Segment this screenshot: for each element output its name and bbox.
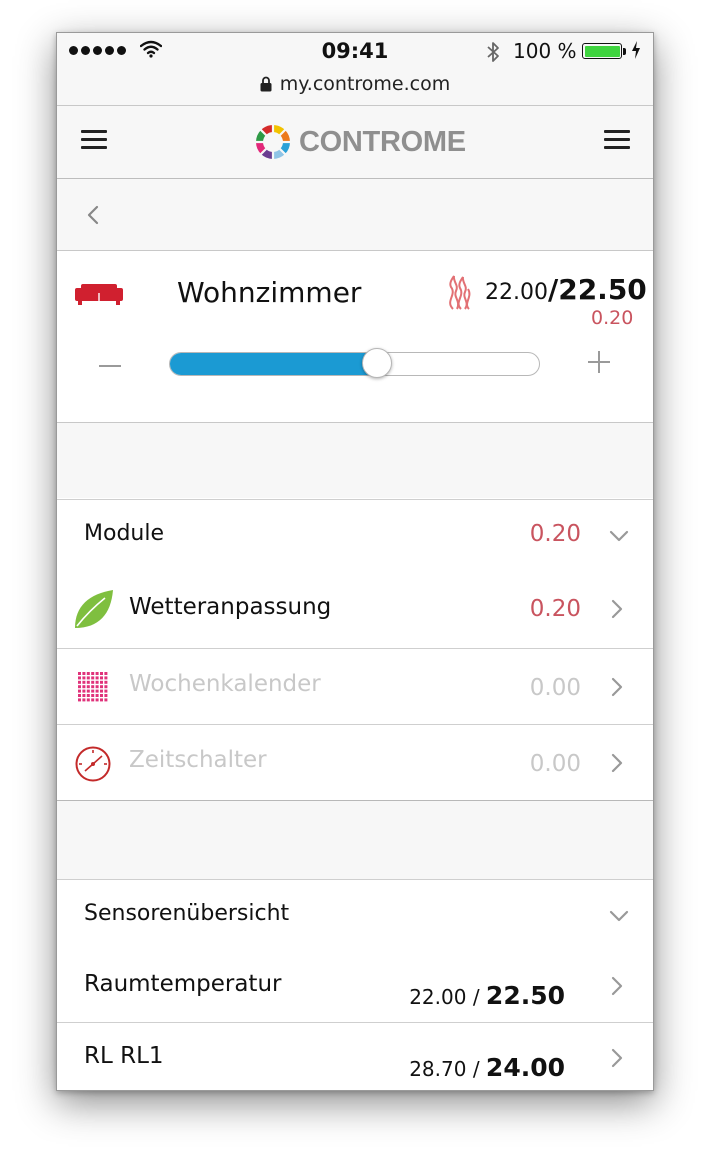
brand-name: CONTROME	[299, 125, 466, 158]
room-temperature-readout: 22.00/22.50	[485, 273, 647, 306]
top-navigation: CONTROME	[57, 106, 653, 179]
module-label: Zeitschalter	[129, 747, 267, 773]
temperature-offset: 0.20	[591, 307, 634, 329]
sensor-values: 22.00 / 22.50	[409, 981, 565, 1010]
address-bar[interactable]: my.controme.com	[57, 73, 653, 95]
sensor-separator: /	[466, 1057, 486, 1081]
battery-icon	[582, 43, 622, 59]
sensor-row-rl-rl1[interactable]: RL RL1 28.70 / 24.00	[57, 1023, 653, 1090]
increase-button[interactable]	[588, 351, 610, 373]
slider-fill	[170, 353, 378, 375]
bluetooth-icon	[487, 42, 499, 62]
chevron-left-icon[interactable]	[87, 205, 99, 225]
sensor-label: Raumtemperatur	[84, 971, 282, 997]
sensor-label: RL RL1	[84, 1043, 164, 1069]
chevron-right-icon	[611, 753, 623, 773]
section-spacer	[57, 423, 653, 498]
chevron-right-icon	[611, 599, 623, 619]
sensor-current: 22.00	[409, 985, 467, 1009]
chevron-down-icon	[609, 530, 629, 542]
sofa-icon	[75, 284, 123, 305]
room-card: Wohnzimmer 22.00/22.50 0.20	[57, 251, 653, 423]
room-name: Wohnzimmer	[177, 276, 362, 309]
module-value: 0.00	[529, 751, 581, 777]
module-value: 0.20	[529, 596, 581, 622]
sensor-row-raumtemperatur[interactable]: Raumtemperatur 22.00 / 22.50	[57, 951, 653, 1023]
current-temperature: 22.00	[485, 280, 548, 305]
sensors-title: Sensorenübersicht	[84, 901, 290, 926]
url-text: my.controme.com	[279, 73, 451, 95]
sensor-target: 22.50	[485, 981, 565, 1010]
controme-logo[interactable]: CONTROME	[253, 122, 466, 162]
decrease-button[interactable]	[99, 365, 121, 367]
leaf-icon	[75, 590, 113, 628]
menu-right-icon[interactable]	[604, 130, 630, 154]
sensor-separator: /	[466, 985, 486, 1009]
temperature-separator: /	[547, 273, 559, 306]
logo-ring-icon	[255, 124, 291, 160]
modules-title: Module	[84, 521, 164, 546]
chevron-right-icon	[611, 677, 623, 697]
sensors-header[interactable]: Sensorenübersicht	[57, 879, 653, 952]
sensor-target: 24.00	[485, 1053, 565, 1082]
modules-header[interactable]: Module 0.20	[57, 499, 653, 573]
module-row-zeitschalter[interactable]: Zeitschalter 0.00	[57, 725, 653, 801]
chevron-right-icon	[611, 976, 623, 996]
chevron-down-icon	[609, 910, 629, 922]
phone-screen: 09:41 100 % my.controme.com CONTROME Woh…	[56, 32, 654, 1091]
back-bar	[57, 179, 653, 251]
timer-icon	[75, 746, 111, 782]
modules-total: 0.20	[529, 521, 581, 547]
target-temperature: 22.50	[558, 273, 647, 306]
slider-handle[interactable]	[362, 348, 392, 378]
section-spacer	[57, 801, 653, 879]
battery-percentage: 100 %	[513, 39, 577, 63]
sensor-current: 28.70	[409, 1057, 467, 1081]
module-label: Wochenkalender	[129, 671, 321, 697]
temperature-slider[interactable]	[169, 352, 540, 376]
status-bar: 09:41 100 % my.controme.com	[57, 33, 653, 106]
menu-left-icon[interactable]	[81, 130, 107, 154]
heating-flame-icon	[449, 275, 471, 310]
module-label: Wetteranpassung	[129, 594, 332, 620]
charging-bolt-icon	[632, 41, 640, 59]
calendar-grid-icon	[78, 672, 108, 702]
chevron-right-icon	[611, 1048, 623, 1068]
lock-icon	[260, 76, 272, 92]
module-row-wetteranpassung[interactable]: Wetteranpassung 0.20	[57, 572, 653, 649]
module-row-wochenkalender[interactable]: Wochenkalender 0.00	[57, 649, 653, 725]
sensor-values: 28.70 / 24.00	[409, 1053, 565, 1082]
module-value: 0.00	[529, 675, 581, 701]
